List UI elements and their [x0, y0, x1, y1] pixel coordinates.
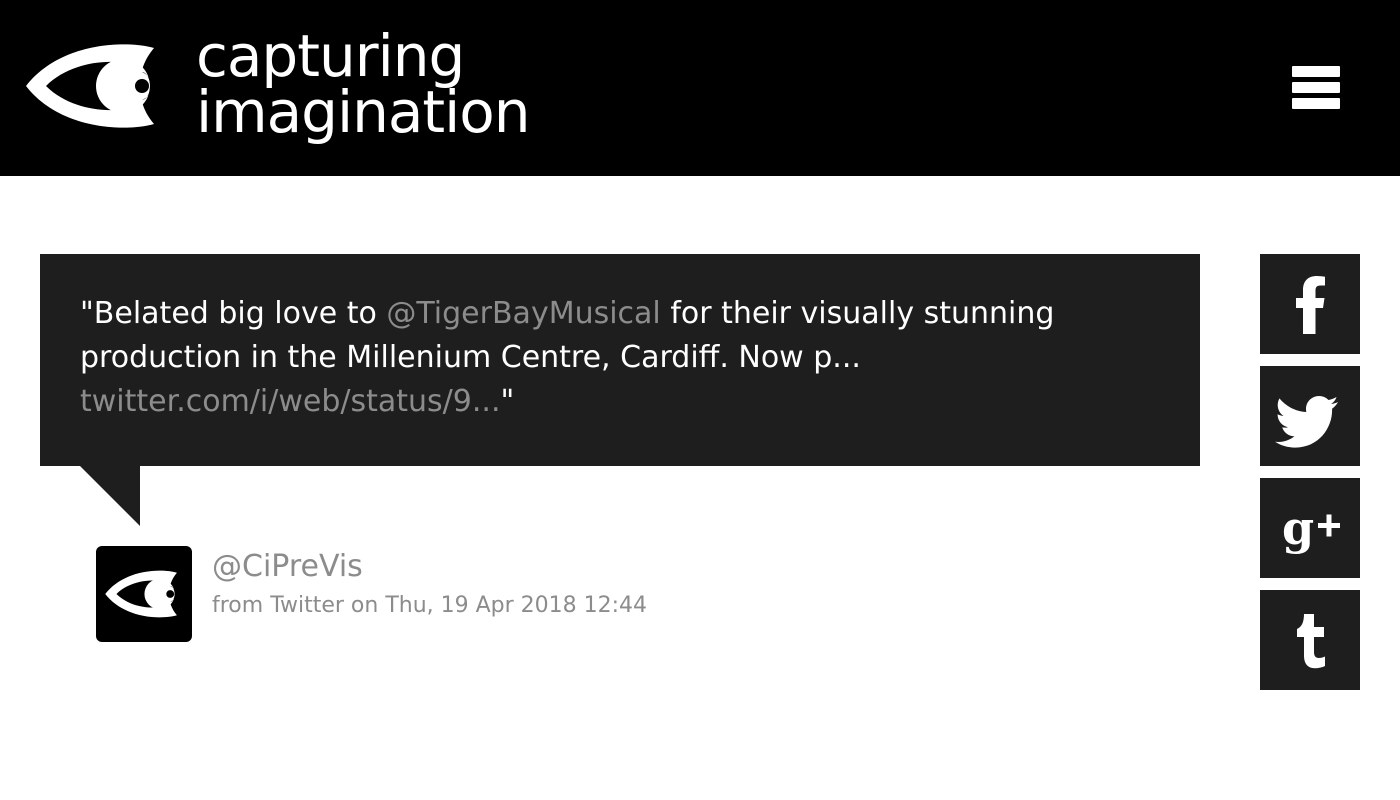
share-facebook-button[interactable] — [1260, 254, 1360, 354]
share-twitter-button[interactable] — [1260, 366, 1360, 466]
share-tumblr-button[interactable] — [1260, 590, 1360, 690]
hamburger-menu-icon[interactable] — [1290, 64, 1342, 110]
tweet-text-start: "Belated big love to — [80, 296, 387, 331]
home-logo-link[interactable]: capturing imagination — [24, 22, 584, 152]
twitter-icon — [1275, 396, 1338, 448]
eye-logo-icon — [105, 570, 177, 618]
tweet-mention-link[interactable]: @TigerBayMusical — [386, 296, 660, 331]
tweet-text-end: " — [500, 384, 515, 419]
menu-bar — [1292, 82, 1340, 93]
brand-line-2: imagination — [196, 78, 530, 146]
facebook-icon — [1296, 276, 1325, 334]
menu-bar — [1292, 66, 1340, 77]
tweet-bubble: "Belated big love to @TigerBayMusical fo… — [40, 254, 1200, 466]
tumblr-icon — [1297, 614, 1325, 669]
brand-name: capturing imagination — [196, 22, 530, 146]
tweet-meta: from Twitter on Thu, 19 Apr 2018 12:44 — [212, 593, 648, 618]
tweet-status-link[interactable]: twitter.com/i/web/status/9... — [80, 384, 500, 419]
eye-logo-icon — [26, 44, 154, 128]
bubble-tail — [80, 466, 140, 526]
site-header: capturing imagination — [0, 0, 1400, 176]
brand-line-1: capturing — [196, 22, 465, 90]
menu-bar — [1292, 98, 1340, 109]
avatar[interactable] — [96, 546, 192, 642]
tweet-author-handle[interactable]: @CiPreVis — [212, 548, 363, 586]
svg-text:g: g — [1282, 501, 1314, 555]
google-plus-icon: g — [1282, 501, 1340, 555]
share-google-plus-button[interactable]: g — [1260, 478, 1360, 578]
